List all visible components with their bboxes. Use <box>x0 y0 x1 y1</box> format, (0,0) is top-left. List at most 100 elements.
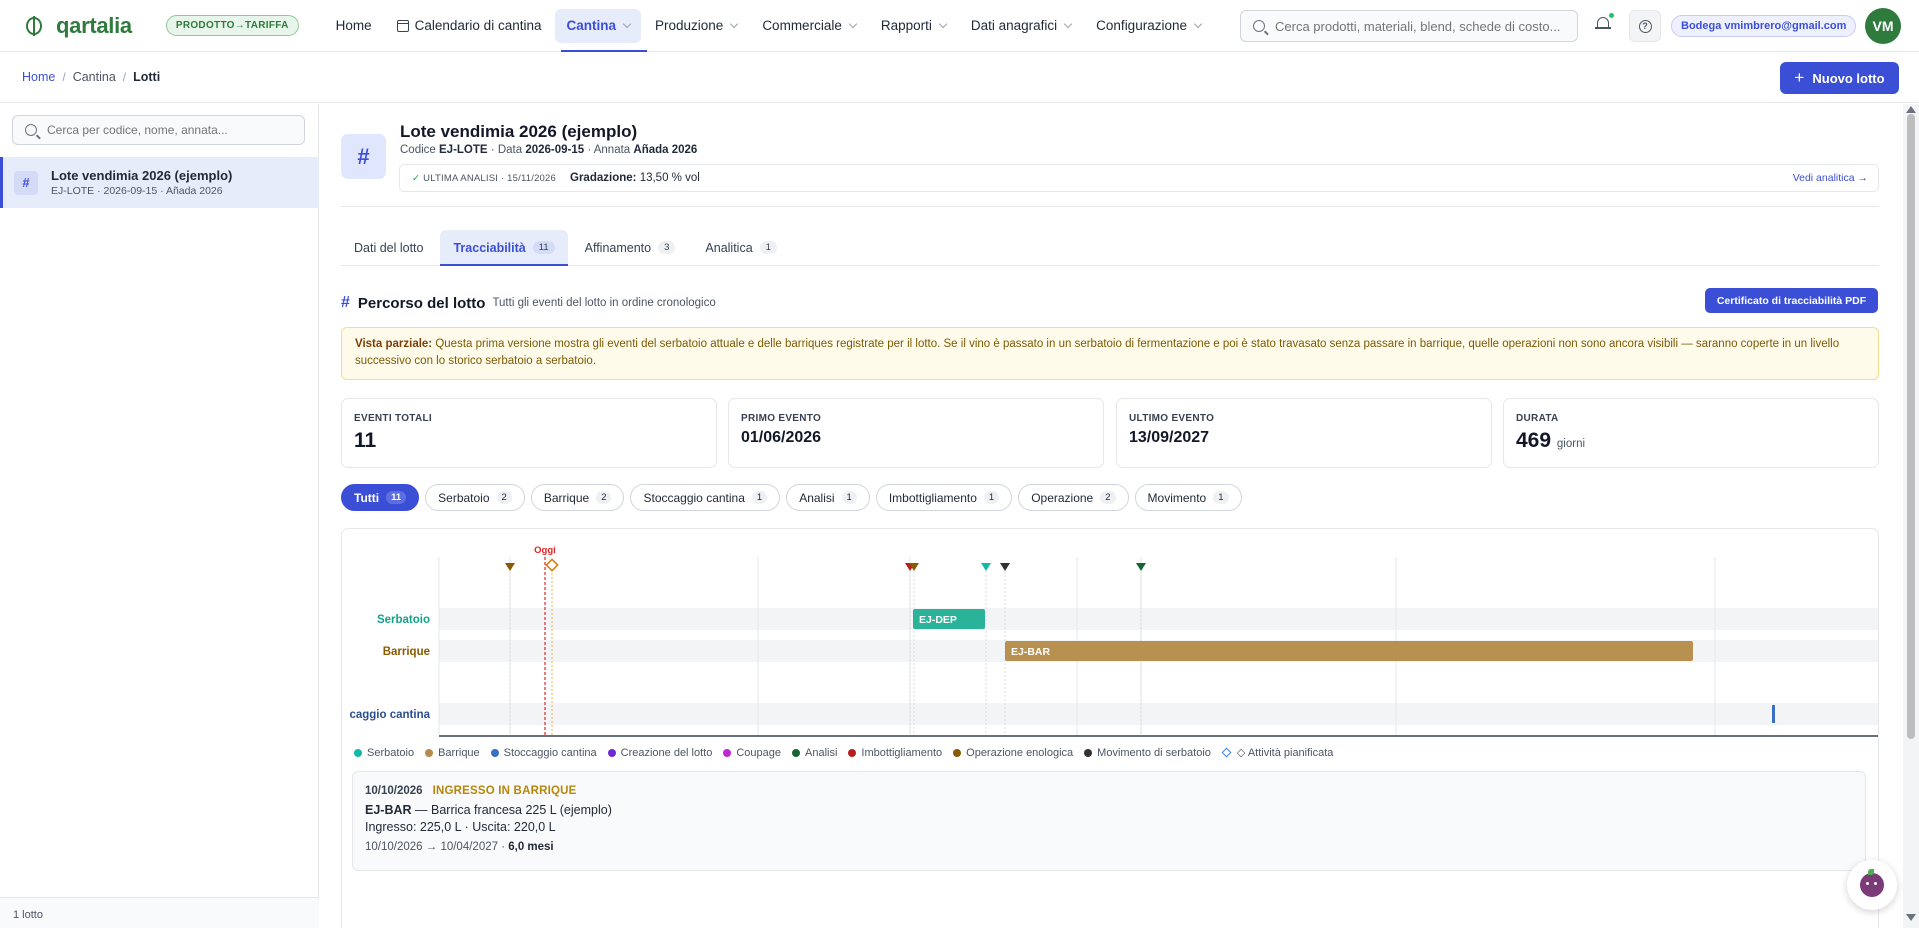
filter-serbatoio[interactable]: Serbatoio 2 <box>425 484 525 511</box>
filter-stoccaggio[interactable]: Stoccaggio cantina 1 <box>630 484 781 511</box>
lot-code: EJ-LOTE <box>439 144 488 156</box>
avatar[interactable]: VM <box>1865 8 1901 44</box>
code-label: Codice <box>400 144 436 156</box>
chip-count: 11 <box>386 491 407 504</box>
breadcrumb-cantina[interactable]: Cantina <box>73 70 116 84</box>
chip-count: 2 <box>596 491 612 504</box>
main-nav: Home Calendario di cantina Cantina Produ… <box>325 0 1215 52</box>
nav-home-label: Home <box>335 18 372 33</box>
chevron-down-icon <box>1193 19 1203 28</box>
today-label: Oggi <box>534 545 556 556</box>
last-analysis-tag: ✓ ULTIMA ANALISI · 15/11/2026 <box>412 173 556 184</box>
legend-label: Barrique <box>438 746 480 759</box>
nav-dati-anagrafici[interactable]: Dati anagrafici <box>960 9 1082 43</box>
tab-dati-lotto[interactable]: Dati del lotto <box>341 230 436 265</box>
gradation: Gradazione: 13,50 % vol <box>570 172 700 184</box>
assistant-button[interactable] <box>1847 860 1897 910</box>
stat-label: EVENTI TOTALI <box>354 413 432 424</box>
help-icon: ? <box>1638 19 1652 33</box>
tab-label: Analitica <box>705 240 753 255</box>
user-email-pill[interactable]: Bodega vmimbrero@gmail.com <box>1671 15 1857 37</box>
nav-calendar[interactable]: Calendario di cantina <box>386 9 553 43</box>
hash-icon: # <box>14 170 38 195</box>
legend-label: Imbottigliamento <box>861 746 943 759</box>
chip-count: 2 <box>1100 491 1116 504</box>
legend-dot <box>354 748 362 757</box>
nav-cantina[interactable]: Cantina <box>555 8 647 52</box>
new-lot-label: Nuovo lotto <box>1812 70 1885 86</box>
nav-rapporti[interactable]: Rapporti <box>870 9 957 43</box>
stat-first-event: PRIMO EVENTO 01/06/2026 <box>728 398 1104 468</box>
lot-vintage: Añada 2026 <box>633 144 698 156</box>
section-header: # Percorso del lotto Tutti gli eventi de… <box>341 290 1879 316</box>
filter-operazione[interactable]: Operazione 2 <box>1018 484 1129 511</box>
filter-tutti[interactable]: Tutti 11 <box>341 484 420 511</box>
stat-last-event: ULTIMO EVENTO 13/09/2027 <box>1116 398 1492 468</box>
scroll-down-icon[interactable] <box>1906 914 1916 921</box>
legend-dot <box>607 748 616 757</box>
planned-diamond-marker <box>545 558 559 572</box>
breadcrumb-home[interactable]: Home <box>22 70 55 84</box>
main-content: # Lote vendimia 2026 (ejemplo) Codice EJ… <box>320 104 1899 928</box>
hash-icon: # <box>341 294 350 311</box>
lots-sidebar: # Lote vendimia 2026 (ejemplo) EJ-LOTE ·… <box>0 104 319 928</box>
tab-label: Affinamento <box>584 240 652 255</box>
stat-label: PRIMO EVENTO <box>741 413 822 424</box>
section-subtitle: Tutti gli eventi del lotto in ordine cro… <box>492 297 716 309</box>
tab-count: 3 <box>658 241 676 254</box>
last-analysis-label: ULTIMA ANALISI · 15/11/2026 <box>423 172 557 184</box>
planned-diamond-icon <box>1221 747 1232 758</box>
tab-affinamento[interactable]: Affinamento 3 <box>572 230 689 265</box>
plan-badge[interactable]: PRODOTTO→TARIFFA <box>165 15 299 36</box>
sidebar-lot-item[interactable]: # Lote vendimia 2026 (ejemplo) EJ-LOTE ·… <box>0 157 319 208</box>
lot-meta: Codice EJ-LOTE · Data 2026-09-15 · Annat… <box>400 144 698 156</box>
nav-produzione[interactable]: Produzione <box>644 9 748 43</box>
stat-duration-value: 469 <box>1516 429 1552 452</box>
tab-tracciabilita[interactable]: Tracciabilità 11 <box>440 230 568 266</box>
page-scrollbar[interactable] <box>1903 104 1919 928</box>
check-icon: ✓ <box>412 172 421 184</box>
view-analytics-link[interactable]: Vedi analitica → <box>1793 172 1868 184</box>
nav-home[interactable]: Home <box>325 9 383 43</box>
global-search-input[interactable] <box>1275 18 1565 34</box>
tab-count: 11 <box>532 241 555 254</box>
help-button[interactable]: ? <box>1629 10 1661 42</box>
storage-marker <box>1772 705 1775 723</box>
chevron-down-icon <box>1063 19 1073 28</box>
stat-unit: giorni <box>1556 438 1586 450</box>
filter-analisi[interactable]: Analisi 1 <box>786 484 870 511</box>
legend-label: Creazione del lotto <box>620 746 713 759</box>
chevron-down-icon <box>938 19 948 28</box>
global-search[interactable] <box>1240 10 1578 42</box>
tab-analitica[interactable]: Analitica 1 <box>692 230 790 265</box>
divider <box>341 206 1879 207</box>
filter-imbottigliamento[interactable]: Imbottigliamento 1 <box>875 484 1013 511</box>
filter-barrique[interactable]: Barrique 2 <box>530 484 625 511</box>
legend-dot <box>953 748 962 757</box>
new-lot-button[interactable]: + Nuovo lotto <box>1780 62 1899 94</box>
warning-text: Questa prima versione mostra gli eventi … <box>355 338 1840 367</box>
nav-config-label: Configurazione <box>1096 18 1187 33</box>
legend-label: Movimento di serbatoio <box>1097 746 1211 759</box>
scroll-up-icon[interactable] <box>1906 106 1916 113</box>
nav-configurazione[interactable]: Configurazione <box>1085 9 1212 43</box>
legend-movimento: Movimento di serbatoio <box>1084 746 1211 759</box>
filter-movimento[interactable]: Movimento 1 <box>1134 484 1242 511</box>
sidebar-search[interactable] <box>12 115 305 145</box>
chip-count: 1 <box>1213 491 1229 504</box>
nav-calendar-label: Calendario di cantina <box>414 18 542 33</box>
bell-icon[interactable] <box>1595 13 1614 31</box>
chevron-down-icon <box>848 19 858 28</box>
last-analysis-bar: ✓ ULTIMA ANALISI · 15/11/2026 Gradazione:… <box>399 164 1879 192</box>
event-card[interactable]: 10/10/2026 INGRESSO IN BARRIQUE EJ-BAR — … <box>352 771 1866 871</box>
breadcrumb: Home / Cantina / Lotti <box>0 52 1919 103</box>
pdf-certificate-button[interactable]: Certificato di tracciabilità PDF <box>1705 288 1878 313</box>
scroll-thumb[interactable] <box>1907 114 1915 739</box>
app-logo[interactable]: qartalia <box>26 13 132 39</box>
sidebar-lot-subtitle: EJ-LOTE · 2026-09-15 · Añada 2026 <box>51 185 223 197</box>
sidebar-search-input[interactable] <box>47 123 287 137</box>
row-band <box>439 703 1878 725</box>
gradation-label: Gradazione: <box>570 172 637 184</box>
nav-commerciale[interactable]: Commerciale <box>751 9 867 43</box>
search-icon <box>1253 20 1265 32</box>
